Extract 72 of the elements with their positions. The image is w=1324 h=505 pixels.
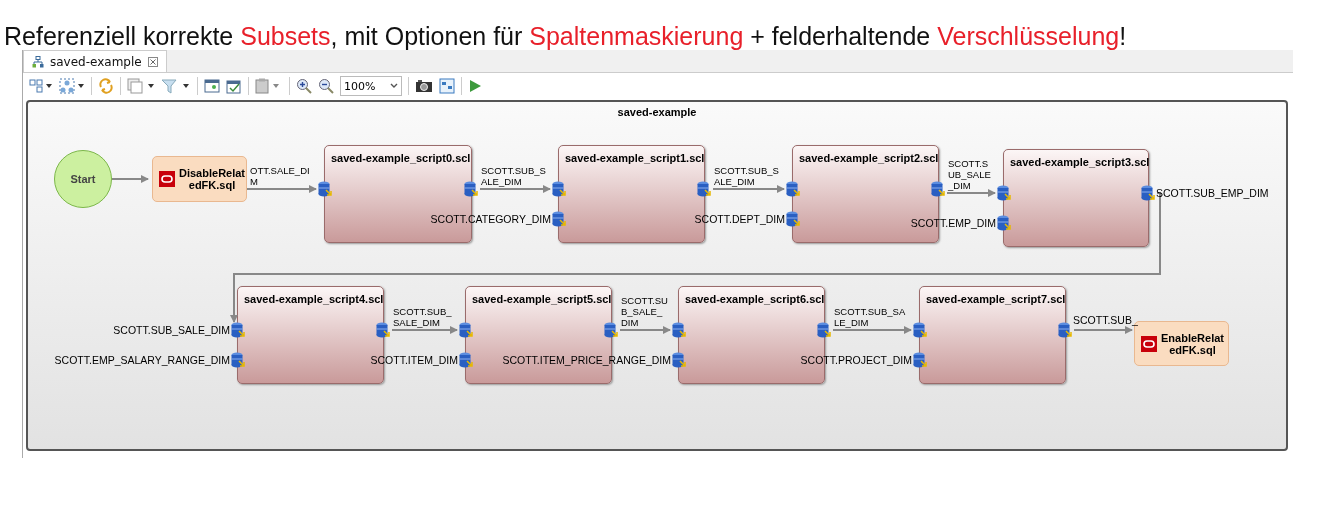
port-label: SCOTT.EMP_SALARY_RANGE_DIM	[54, 353, 230, 367]
port-label: SCOTT.SUB_	[1073, 313, 1138, 327]
port-label: SCOTT.ITEM_DIM	[370, 353, 458, 367]
port-label: SCOTT.SUB_SALE_DIM	[834, 306, 907, 328]
filter-icon[interactable]	[161, 78, 191, 94]
layout-icon[interactable]	[29, 79, 53, 93]
headline: Referenziell korrekte Subsets, mit Optionen für Spaltenmaskierung + felderhaltende Verschlüsselung!	[3, 21, 1128, 50]
database-icon	[376, 322, 390, 338]
zoom-dropdown[interactable]: 100%	[340, 76, 402, 96]
database-icon	[604, 322, 618, 338]
database-icon	[231, 322, 245, 338]
start-node: Start	[54, 150, 112, 208]
port-label: SCOTT.SUB_EMP_DIM	[1156, 186, 1269, 200]
port-label: SCOTT.SUB_SALE_DIM	[714, 165, 780, 187]
editor-tab[interactable]: saved-example	[23, 50, 167, 72]
database-icon	[672, 352, 686, 368]
database-icon	[997, 185, 1011, 201]
graph-icon[interactable]	[59, 78, 85, 94]
connector-arrow	[619, 326, 671, 334]
port-label: SCOTT.SUB_SALE_DIM	[621, 295, 669, 328]
port-label: SCOTT.ITEM_PRICE_RANGE_DIM	[502, 353, 671, 367]
camera-icon[interactable]	[415, 79, 433, 93]
database-icon	[464, 181, 478, 197]
database-icon	[318, 181, 332, 197]
node-title: saved-example_script2.scl	[799, 152, 939, 164]
zoom-in-icon[interactable]	[296, 78, 312, 94]
database-icon	[817, 322, 831, 338]
database-icon	[786, 211, 800, 227]
database-icon	[231, 352, 245, 368]
port-label: SCOTT.PROJECT_DIM	[800, 353, 912, 367]
connector-arrow	[1073, 326, 1133, 334]
database-icon	[913, 352, 927, 368]
database-logo-icon	[159, 171, 175, 187]
database-icon	[913, 322, 927, 338]
database-logo-icon	[1141, 335, 1157, 352]
node-title: saved-example_script4.scl	[244, 293, 384, 305]
node-label: DisableRelat edFK.sql	[179, 167, 246, 191]
connector-arrow	[391, 326, 458, 334]
port-label: SCOTT.SUB_SALE_DIM	[393, 306, 453, 328]
connector-arrow	[111, 175, 149, 183]
node-title: saved-example_script1.scl	[565, 152, 705, 164]
database-icon	[786, 181, 800, 197]
window-check-icon[interactable]	[226, 78, 242, 94]
outline-icon[interactable]	[439, 78, 455, 94]
window-icon[interactable]	[204, 79, 220, 93]
port-label: SCOTT.SUB_SALE_DIM	[113, 323, 230, 337]
database-icon	[697, 181, 711, 197]
port-label: SCOTT.SUB_SALE_DIM	[948, 158, 992, 191]
node-title: saved-example_script6.scl	[685, 293, 825, 305]
port-label: OTT.SALE_DIM	[250, 165, 311, 187]
port-label: SCOTT.SUB_SALE_DIM	[481, 165, 547, 187]
database-icon	[931, 181, 945, 197]
copy-icon[interactable]	[127, 78, 155, 94]
database-icon	[997, 215, 1011, 231]
run-icon[interactable]	[468, 79, 482, 93]
database-icon	[552, 181, 566, 197]
close-icon[interactable]	[147, 56, 158, 67]
database-icon	[459, 322, 473, 338]
database-icon	[1141, 185, 1155, 201]
database-icon	[459, 352, 473, 368]
diagram-icon	[32, 55, 44, 68]
database-icon	[552, 211, 566, 227]
node-label: EnableRelat edFK.sql	[1161, 331, 1224, 356]
diagram-title: saved-example	[617, 106, 697, 118]
node-title: saved-example_script7.scl	[926, 293, 1066, 305]
database-icon	[1058, 322, 1072, 338]
node-title: saved-example_script5.scl	[472, 293, 612, 305]
caret-icon	[390, 83, 398, 89]
node-title: saved-example_script0.scl	[331, 152, 471, 164]
database-icon	[672, 322, 686, 338]
zoom-out-icon[interactable]	[318, 78, 334, 94]
node-title: saved-example_script3.scl	[1010, 156, 1150, 168]
